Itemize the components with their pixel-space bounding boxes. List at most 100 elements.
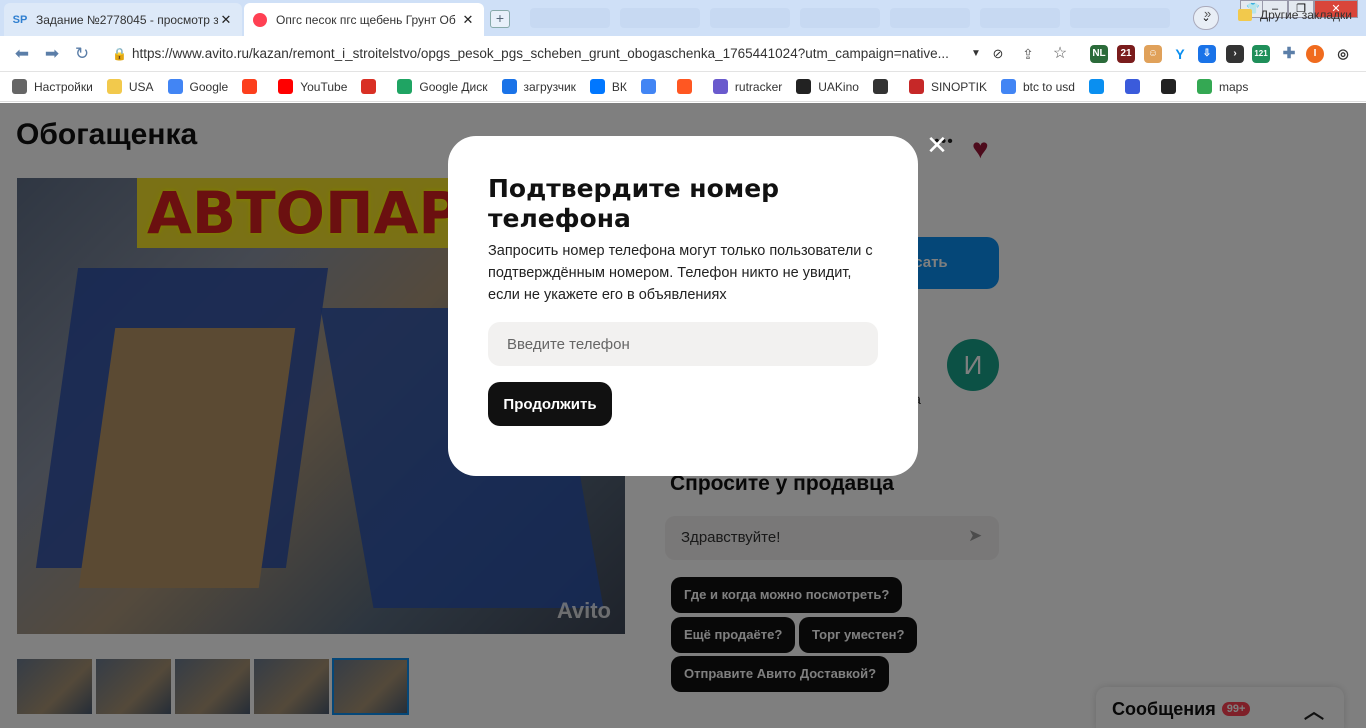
- bookmark-label: maps: [1218, 79, 1249, 94]
- background-tab[interactable]: [710, 8, 790, 28]
- infinity-icon: [501, 79, 517, 94]
- bookmark-label: rutracker: [734, 79, 783, 94]
- bookmark-item[interactable]: maps: [1196, 79, 1249, 94]
- extension-y-icon[interactable]: Y: [1171, 45, 1189, 63]
- bookmark-item[interactable]: Google Диск: [397, 79, 488, 94]
- f-icon: [676, 79, 692, 94]
- browser-tab-strip: SP Задание №2778045 - просмотр з ✕ Опгс …: [0, 0, 1366, 36]
- vk-icon: [589, 79, 605, 94]
- share-icon[interactable]: ⇪: [1018, 44, 1038, 64]
- new-tab-button[interactable]: +: [490, 10, 510, 28]
- background-tab[interactable]: [1070, 8, 1170, 28]
- bookmark-item[interactable]: [1124, 79, 1147, 94]
- tab-task[interactable]: SP Задание №2778045 - просмотр з ✕: [4, 3, 242, 36]
- tab-title: Задание №2778045 - просмотр з: [36, 12, 218, 27]
- google-icon: [1000, 79, 1016, 94]
- tab-avito[interactable]: Опгс песок пгс щебень Грунт Об ✕: [244, 3, 484, 36]
- bookmark-label: UAKino: [818, 79, 859, 94]
- bookmark-item[interactable]: [1160, 79, 1183, 94]
- bookmark-item[interactable]: [676, 79, 699, 94]
- phone-confirm-modal: Подтвердите номер телефона Запросить ном…: [448, 136, 918, 476]
- chess-icon: [872, 79, 888, 94]
- url-text: https://www.avito.ru/kazan/remont_i_stro…: [132, 46, 949, 61]
- bookmark-label: Google: [189, 79, 229, 94]
- bookmark-item[interactable]: Настройки: [12, 79, 93, 94]
- other-bookmarks-label: Другие закладки: [1260, 8, 1352, 22]
- thermometer-icon: [908, 79, 924, 94]
- bookmark-item[interactable]: загрузчик: [501, 79, 576, 94]
- rutracker-icon: [712, 79, 728, 94]
- folder-icon: [106, 79, 122, 94]
- p-icon: [1088, 79, 1104, 94]
- youtube-icon: [278, 79, 294, 94]
- bookmark-item[interactable]: USA: [106, 79, 154, 94]
- bookmark-item[interactable]: ВК: [589, 79, 627, 94]
- bc-icon: [1160, 79, 1176, 94]
- other-bookmarks[interactable]: Другие закладки: [1238, 0, 1352, 30]
- drive-icon: [397, 79, 413, 94]
- modal-title: Подтвердите номер телефона: [488, 174, 780, 233]
- arrow-icon: [1124, 79, 1140, 94]
- folder-icon: [1238, 9, 1252, 21]
- extension-nl-icon[interactable]: NL: [1090, 45, 1108, 63]
- extension-counter-icon[interactable]: 121: [1252, 45, 1270, 63]
- avito-favicon-icon: [252, 12, 268, 28]
- forward-icon[interactable]: ➡: [42, 44, 62, 64]
- yandex-icon: [242, 79, 258, 94]
- bookmark-item[interactable]: [361, 79, 383, 94]
- bookmark-label: ВК: [611, 79, 627, 94]
- chevron-down-icon[interactable]: ▼: [966, 44, 986, 64]
- bookmark-label: Настройки: [34, 79, 93, 94]
- star-icon[interactable]: ☆: [1050, 44, 1070, 64]
- back-icon[interactable]: ⬅: [12, 44, 32, 64]
- maps-pin-icon: [1196, 79, 1212, 94]
- address-bar[interactable]: 🔒 https://www.avito.ru/kazan/remont_i_st…: [108, 41, 988, 67]
- bookmark-label: USA: [128, 79, 154, 94]
- close-tab-icon[interactable]: ✕: [460, 12, 476, 28]
- bookmark-item[interactable]: rutracker: [712, 79, 783, 94]
- bookmark-label: btc to usd: [1022, 79, 1075, 94]
- bookmark-item[interactable]: SINOPTIK: [908, 79, 987, 94]
- lock-icon: 🔒: [112, 47, 127, 61]
- google-icon: [167, 79, 183, 94]
- background-tab[interactable]: [890, 8, 970, 28]
- close-tab-icon[interactable]: ✕: [218, 12, 234, 28]
- gmail-icon: [361, 79, 377, 94]
- profile-avatar-icon[interactable]: I: [1306, 45, 1324, 63]
- browser-toolbar: ⬅ ➡ ↻ 🔒 https://www.avito.ru/kazan/remon…: [0, 36, 1366, 72]
- gear-icon: [12, 79, 27, 94]
- bookmarks-overflow-button[interactable]: »: [1204, 6, 1211, 21]
- background-tab[interactable]: [530, 8, 610, 28]
- background-tab[interactable]: [800, 8, 880, 28]
- close-icon[interactable]: ✕: [924, 132, 950, 158]
- extension-21-icon[interactable]: 21: [1117, 45, 1135, 63]
- extension-download-icon[interactable]: ⇩: [1198, 45, 1216, 63]
- translate-icon: [640, 79, 656, 94]
- modal-description: Запросить номер телефона могут только по…: [488, 243, 873, 303]
- bookmark-label: SINOPTIK: [930, 79, 987, 94]
- bookmark-item[interactable]: [242, 79, 264, 94]
- extension-face-icon[interactable]: ☺: [1144, 45, 1162, 63]
- browser-menu-icon[interactable]: ◎: [1334, 45, 1352, 63]
- bookmark-item[interactable]: [640, 79, 663, 94]
- bookmark-item[interactable]: [872, 79, 895, 94]
- bookmark-item[interactable]: YouTube: [278, 79, 347, 94]
- bookmark-label: загрузчик: [523, 79, 576, 94]
- bookmarks-bar: Настройки USA Google YouTube Google Диск загр…: [0, 72, 1366, 102]
- reload-icon[interactable]: ↻: [72, 44, 92, 64]
- permissions-icon[interactable]: ⊘: [988, 44, 1008, 64]
- bookmark-item[interactable]: Google: [167, 79, 229, 94]
- bookmark-label: YouTube: [300, 79, 348, 94]
- extensions-puzzle-icon[interactable]: ✚: [1280, 45, 1298, 63]
- tab-title: Опгс песок пгс щебень Грунт Об: [276, 12, 456, 27]
- extension-terminal-icon[interactable]: ›: [1226, 45, 1244, 63]
- bookmark-item[interactable]: [1088, 79, 1111, 94]
- background-tab[interactable]: [620, 8, 700, 28]
- bookmark-item[interactable]: btc to usd: [1000, 79, 1075, 94]
- background-tab[interactable]: [980, 8, 1060, 28]
- continue-button[interactable]: Продолжить: [488, 382, 612, 426]
- phone-input[interactable]: [488, 322, 878, 366]
- bookmark-label: Google Диск: [419, 79, 488, 94]
- uakino-icon: [796, 79, 812, 94]
- bookmark-item[interactable]: UAKino: [796, 79, 859, 94]
